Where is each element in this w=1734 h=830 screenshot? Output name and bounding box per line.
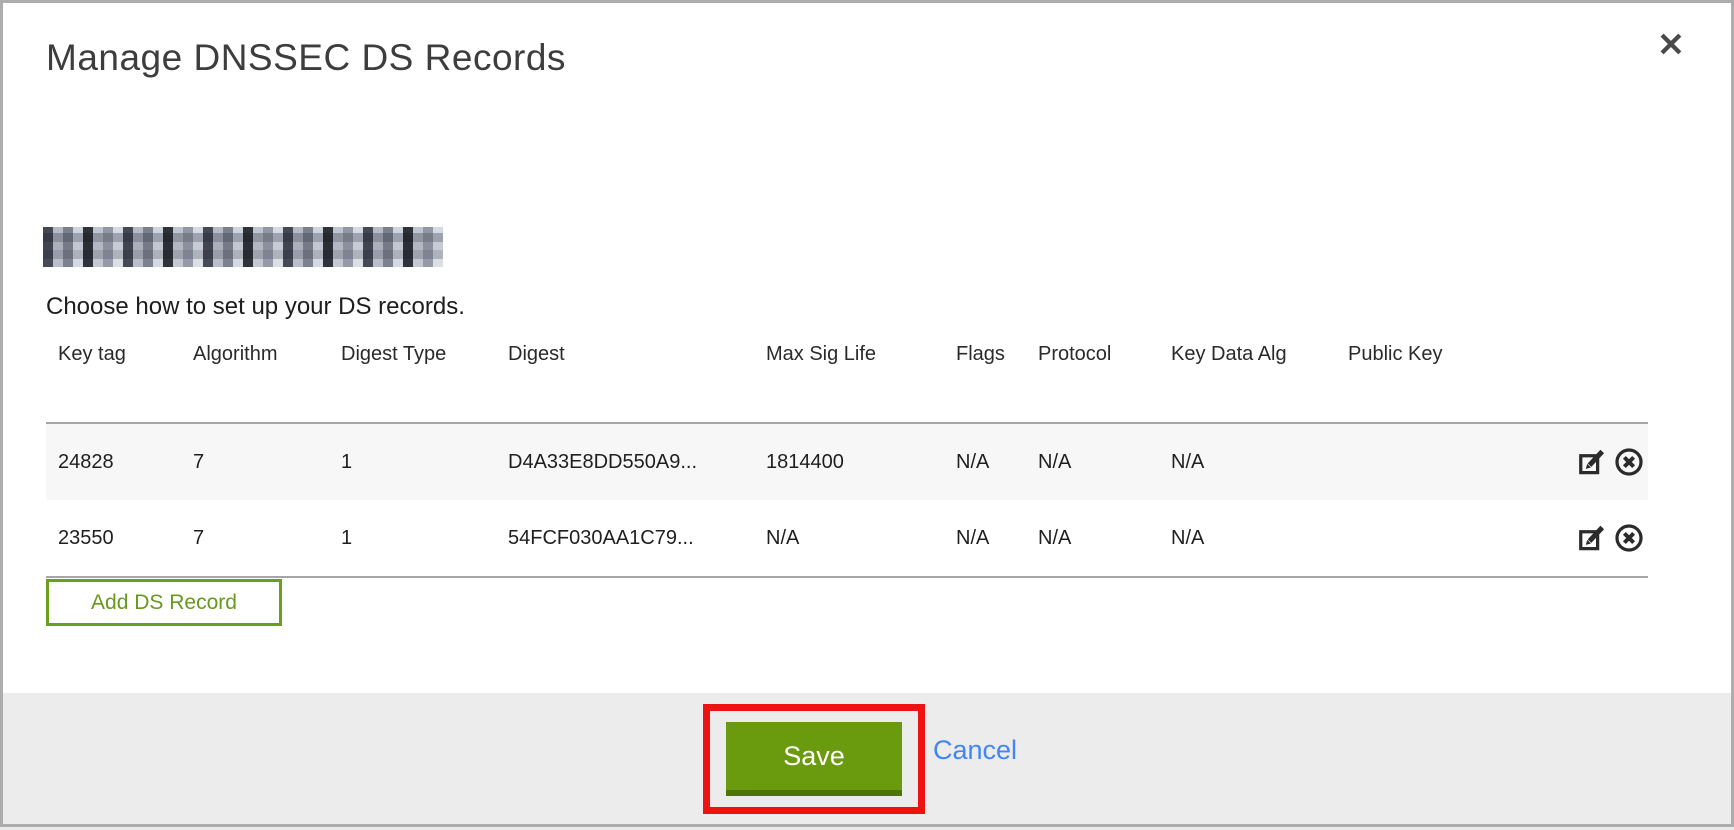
- col-header-public-key: Public Key: [1336, 333, 1569, 423]
- cell-key-data-alg: N/A: [1159, 423, 1336, 500]
- cell-max-sig-life: N/A: [754, 500, 944, 577]
- manage-dnssec-ds-records-dialog: Manage DNSSEC DS Records ✕ Choose how to…: [0, 0, 1734, 827]
- col-header-actions: [1569, 333, 1648, 423]
- table-row: 23550 7 1 54FCF030AA1C79... N/A N/A N/A …: [46, 500, 1648, 577]
- row-actions: [1569, 500, 1648, 577]
- table-row: 24828 7 1 D4A33E8DD550A9... 1814400 N/A …: [46, 423, 1648, 500]
- redacted-domain-name: [43, 227, 443, 267]
- col-header-flags: Flags: [944, 333, 1026, 423]
- red-annotation-rectangle: Save: [703, 704, 925, 814]
- col-header-max-sig-life: Max Sig Life: [754, 333, 944, 423]
- col-header-algorithm: Algorithm: [181, 333, 329, 423]
- delete-icon[interactable]: [1614, 447, 1644, 477]
- dialog-title: Manage DNSSEC DS Records: [46, 37, 566, 79]
- edit-icon[interactable]: [1577, 447, 1607, 477]
- delete-icon[interactable]: [1614, 523, 1644, 553]
- cell-key-tag: 24828: [46, 423, 181, 500]
- col-header-digest-type: Digest Type: [329, 333, 496, 423]
- cell-digest: D4A33E8DD550A9...: [496, 423, 754, 500]
- cell-algorithm: 7: [181, 500, 329, 577]
- row-actions: [1569, 423, 1648, 500]
- cell-flags: N/A: [944, 423, 1026, 500]
- col-header-key-tag: Key tag: [46, 333, 181, 423]
- cell-max-sig-life: 1814400: [754, 423, 944, 500]
- col-header-key-data-alg: Key Data Alg: [1159, 333, 1336, 423]
- cell-protocol: N/A: [1026, 500, 1159, 577]
- instruction-text: Choose how to set up your DS records.: [46, 293, 465, 321]
- col-header-digest: Digest: [496, 333, 754, 423]
- cell-protocol: N/A: [1026, 423, 1159, 500]
- edit-icon[interactable]: [1577, 523, 1607, 553]
- cell-digest-type: 1: [329, 500, 496, 577]
- dialog-footer: Save Cancel: [3, 693, 1731, 824]
- cell-digest: 54FCF030AA1C79...: [496, 500, 754, 577]
- cell-algorithm: 7: [181, 423, 329, 500]
- cell-flags: N/A: [944, 500, 1026, 577]
- cell-digest-type: 1: [329, 423, 496, 500]
- cell-key-data-alg: N/A: [1159, 500, 1336, 577]
- save-button[interactable]: Save: [726, 722, 902, 796]
- cell-public-key: [1336, 423, 1569, 500]
- col-header-protocol: Protocol: [1026, 333, 1159, 423]
- cancel-link[interactable]: Cancel: [933, 735, 1017, 766]
- ds-records-table: Key tag Algorithm Digest Type Digest Max…: [46, 333, 1648, 578]
- close-icon[interactable]: ✕: [1649, 23, 1693, 67]
- table-header-row: Key tag Algorithm Digest Type Digest Max…: [46, 333, 1648, 423]
- cell-public-key: [1336, 500, 1569, 577]
- add-ds-record-button[interactable]: Add DS Record: [46, 579, 282, 626]
- cell-key-tag: 23550: [46, 500, 181, 577]
